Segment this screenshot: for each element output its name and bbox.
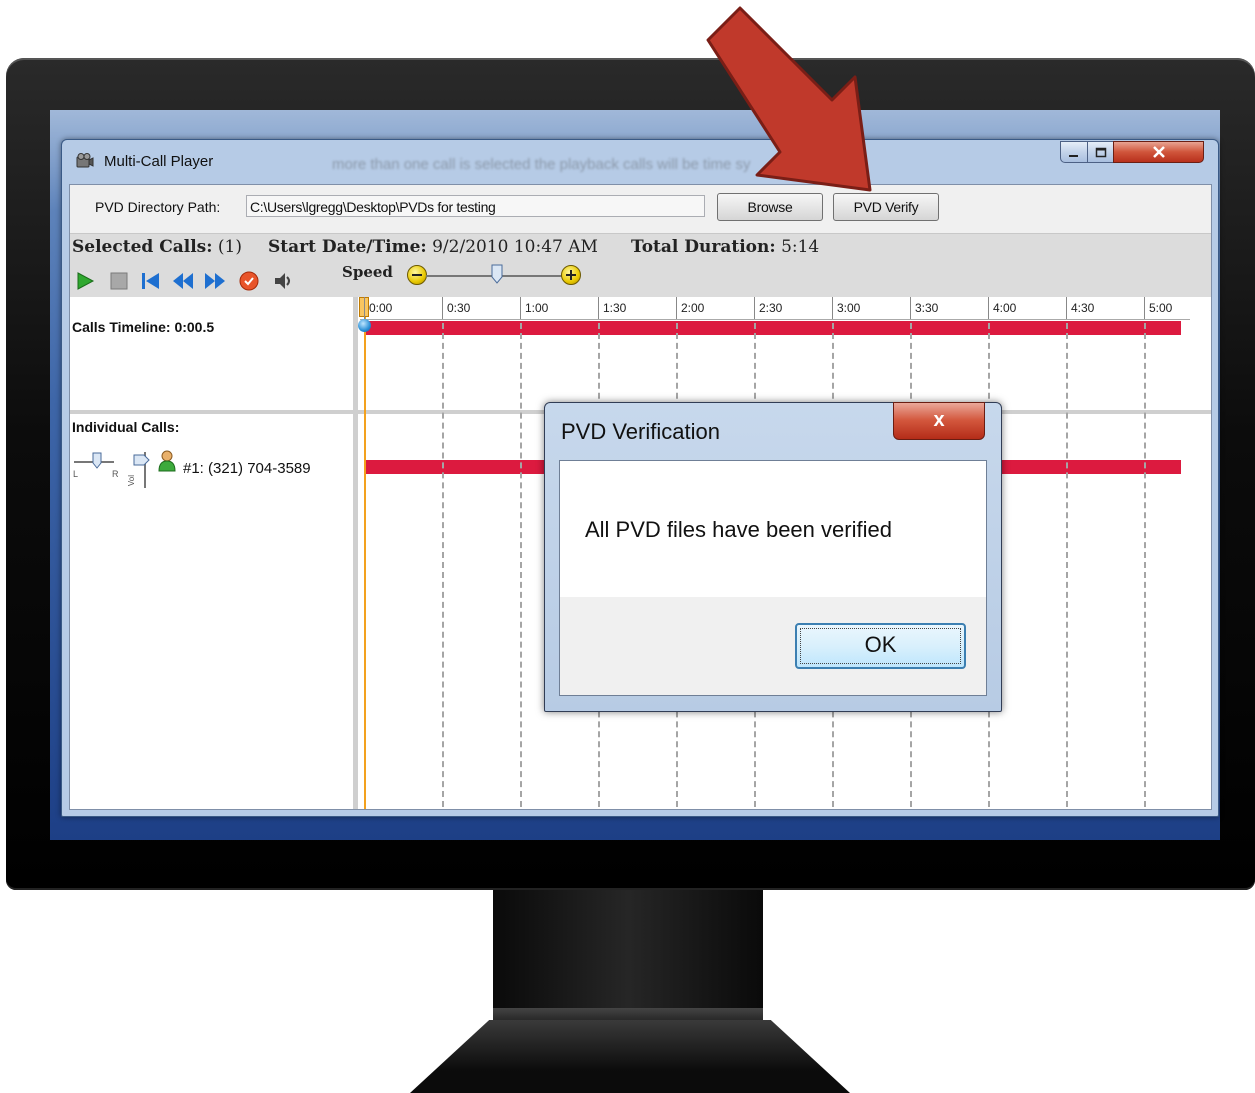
time-ruler-baseline (360, 319, 1190, 320)
speed-increase-button[interactable] (561, 265, 581, 285)
dialog-close-icon: x (933, 409, 945, 431)
title-bar[interactable]: Multi-Call Player more than one call is … (62, 140, 1218, 184)
play-icon[interactable] (74, 270, 96, 292)
playhead-line[interactable] (364, 297, 366, 809)
timeline-left-panel: Calls Timeline: 0:00.5 Individual Calls:… (70, 297, 353, 809)
ruler-tick-label: 0:30 (447, 301, 471, 315)
individual-calls-label: Individual Calls: (72, 419, 180, 435)
selected-calls-label: Selected Calls: (72, 237, 213, 257)
timeline-splitter-vertical[interactable] (353, 297, 358, 809)
skip-to-start-icon[interactable] (140, 270, 162, 292)
ruler-tick (520, 297, 521, 319)
ruler-tick-label: 5:00 (1149, 301, 1173, 315)
close-button[interactable] (1113, 141, 1204, 163)
stop-icon[interactable] (108, 270, 130, 292)
selected-calls: Selected Calls: (1) (72, 237, 242, 257)
path-row: PVD Directory Path: C:\Users\lgregg\Desk… (70, 185, 1211, 233)
ruler-tick-label: 1:00 (525, 301, 549, 315)
ruler-tick (988, 297, 989, 319)
ruler-tick-label: 4:30 (1071, 301, 1095, 315)
ruler-tick-label: 0:00 (369, 301, 393, 315)
dialog-close-button[interactable]: x (893, 402, 985, 440)
pvd-verification-dialog: PVD Verification x All PVD files have be… (544, 402, 1002, 712)
pan-right-label: R (112, 469, 119, 479)
dialog-message: All PVD files have been verified (585, 517, 892, 542)
calls-timeline-bar[interactable] (366, 321, 1181, 335)
ruler-tick (832, 297, 833, 319)
ruler-tick (1144, 297, 1145, 319)
pvd-directory-path-input[interactable]: C:\Users\lgregg\Desktop\PVDs for testing (246, 195, 705, 217)
plus-icon (566, 270, 576, 280)
background-watermark-text: more than one call is selected the playb… (332, 156, 751, 173)
volume-label: Vol (127, 475, 136, 487)
fast-forward-icon[interactable] (204, 270, 226, 292)
speed-label: Speed (342, 263, 393, 281)
ruler-tick (442, 297, 443, 319)
start-date-time-label: Start Date/Time: (268, 237, 427, 257)
monitor-stand-base (410, 1020, 850, 1093)
ok-button[interactable]: OK (795, 623, 966, 669)
call-item-label[interactable]: #1: (321) 704-3589 (183, 460, 311, 477)
dialog-footer: OK (560, 597, 986, 695)
minimize-icon (1069, 155, 1078, 157)
ruler-tick-label: 2:00 (681, 301, 705, 315)
app-film-icon (76, 153, 94, 168)
ruler-tick-label: 3:00 (837, 301, 861, 315)
volume-icon[interactable] (272, 270, 294, 292)
start-date-time-value: 9/2/2010 10:47 AM (432, 237, 598, 257)
total-duration: Total Duration: 5:14 (631, 237, 819, 257)
ruler-tick-label: 2:30 (759, 301, 783, 315)
calls-timeline-label: Calls Timeline: 0:00.5 (72, 319, 215, 335)
close-icon (1152, 146, 1165, 158)
ruler-tick (1066, 297, 1067, 319)
call-balance-slider[interactable] (72, 450, 150, 490)
timeline-grid-line (442, 323, 444, 807)
playhead-position-marker[interactable] (358, 319, 371, 332)
monitor-stand-neck (493, 890, 763, 1020)
window-controls (1060, 141, 1206, 165)
ruler-tick (754, 297, 755, 319)
maximize-button[interactable] (1087, 141, 1114, 163)
ruler-tick-label: 3:30 (915, 301, 939, 315)
ruler-tick (676, 297, 677, 319)
ruler-tick-label: 4:00 (993, 301, 1017, 315)
dialog-body: All PVD files have been verified OK (559, 460, 987, 696)
timeline-grid-line (520, 323, 522, 807)
ruler-tick (598, 297, 599, 319)
ruler-tick-label: 1:30 (603, 301, 627, 315)
info-toolbar: Selected Calls: (1) Start Date/Time: 9/2… (70, 233, 1211, 298)
speed-slider-thumb[interactable] (491, 264, 503, 284)
timeline-grid-line (1066, 323, 1068, 807)
minus-icon (412, 274, 422, 276)
rewind-icon[interactable] (172, 270, 194, 292)
total-duration-value: 5:14 (781, 237, 820, 257)
selected-calls-value: (1) (217, 237, 242, 257)
callout-arrow-icon (706, 6, 872, 192)
record-stop-icon[interactable] (238, 270, 260, 292)
pvd-directory-path-label: PVD Directory Path: (95, 199, 221, 215)
timeline-grid-line (1144, 323, 1146, 807)
start-date-time: Start Date/Time: 9/2/2010 10:47 AM (268, 237, 598, 257)
total-duration-label: Total Duration: (631, 237, 776, 257)
window-title: Multi-Call Player (104, 153, 214, 170)
caller-person-icon (158, 450, 176, 472)
maximize-icon (1095, 147, 1106, 158)
pan-left-label: L (73, 469, 79, 479)
dialog-title: PVD Verification (561, 419, 720, 444)
ruler-tick (910, 297, 911, 319)
minimize-button[interactable] (1060, 141, 1088, 163)
ruler-tick (364, 297, 365, 319)
speed-decrease-button[interactable] (407, 265, 427, 285)
